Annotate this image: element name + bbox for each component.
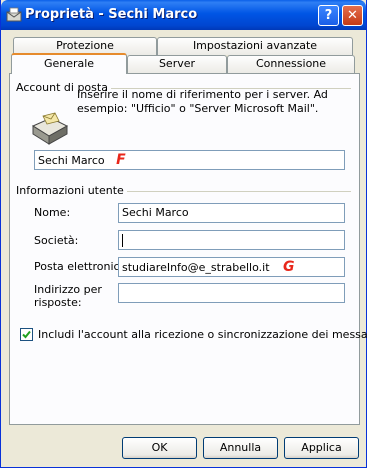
tab-connessione[interactable]: Connessione xyxy=(227,55,355,73)
include-account-checkbox[interactable] xyxy=(20,328,33,341)
tab-control: Protezione Impostazioni avanzate General… xyxy=(9,37,367,425)
company-input[interactable] xyxy=(118,230,345,250)
company-label: Società: xyxy=(34,234,79,247)
marker-g: G xyxy=(283,259,295,275)
account-description: Inserire il nome di riferimento per i se… xyxy=(77,88,328,115)
include-account-label[interactable]: Includi l'account alla ricezione o sincr… xyxy=(38,328,367,341)
help-button[interactable]: ? xyxy=(318,5,339,26)
reply-input[interactable] xyxy=(118,283,345,303)
tab-server[interactable]: Server xyxy=(127,55,227,73)
generale-panel: Account di posta Inserire il nome di rif… xyxy=(9,73,367,425)
account-name-value: Sechi Marco xyxy=(38,154,105,167)
checkmark-icon xyxy=(22,330,31,339)
name-value: Sechi Marco xyxy=(122,206,189,219)
cancel-button[interactable]: Annulla xyxy=(203,437,278,459)
mail-server-icon xyxy=(31,112,69,145)
reply-label: Indirizzo per risposte: xyxy=(34,283,102,309)
account-name-input[interactable]: Sechi Marco F xyxy=(34,150,345,170)
mail-account-icon xyxy=(6,7,22,22)
user-info-group-label: Informazioni utente xyxy=(16,184,127,197)
email-input[interactable]: studiareInfo@e_strabello.it G xyxy=(118,257,345,277)
name-input[interactable]: Sechi Marco xyxy=(118,203,345,223)
name-label: Nome: xyxy=(34,206,71,219)
apply-button[interactable]: Applica xyxy=(284,437,359,459)
properties-dialog: Proprietà - Sechi Marco ? ✕ Protezione I… xyxy=(0,0,367,468)
title-bar[interactable]: Proprietà - Sechi Marco ? ✕ xyxy=(1,0,366,30)
text-cursor xyxy=(122,233,123,247)
close-button[interactable]: ✕ xyxy=(342,5,363,26)
window-title: Proprietà - Sechi Marco xyxy=(25,7,198,22)
email-value: studiareInfo@e_strabello.it xyxy=(122,261,270,274)
tab-generale[interactable]: Generale xyxy=(11,53,127,74)
tab-impostazioni-avanzate[interactable]: Impostazioni avanzate xyxy=(157,37,353,55)
ok-button[interactable]: OK xyxy=(122,437,197,459)
email-label: Posta elettronica: xyxy=(34,260,131,273)
marker-f: F xyxy=(116,152,126,168)
